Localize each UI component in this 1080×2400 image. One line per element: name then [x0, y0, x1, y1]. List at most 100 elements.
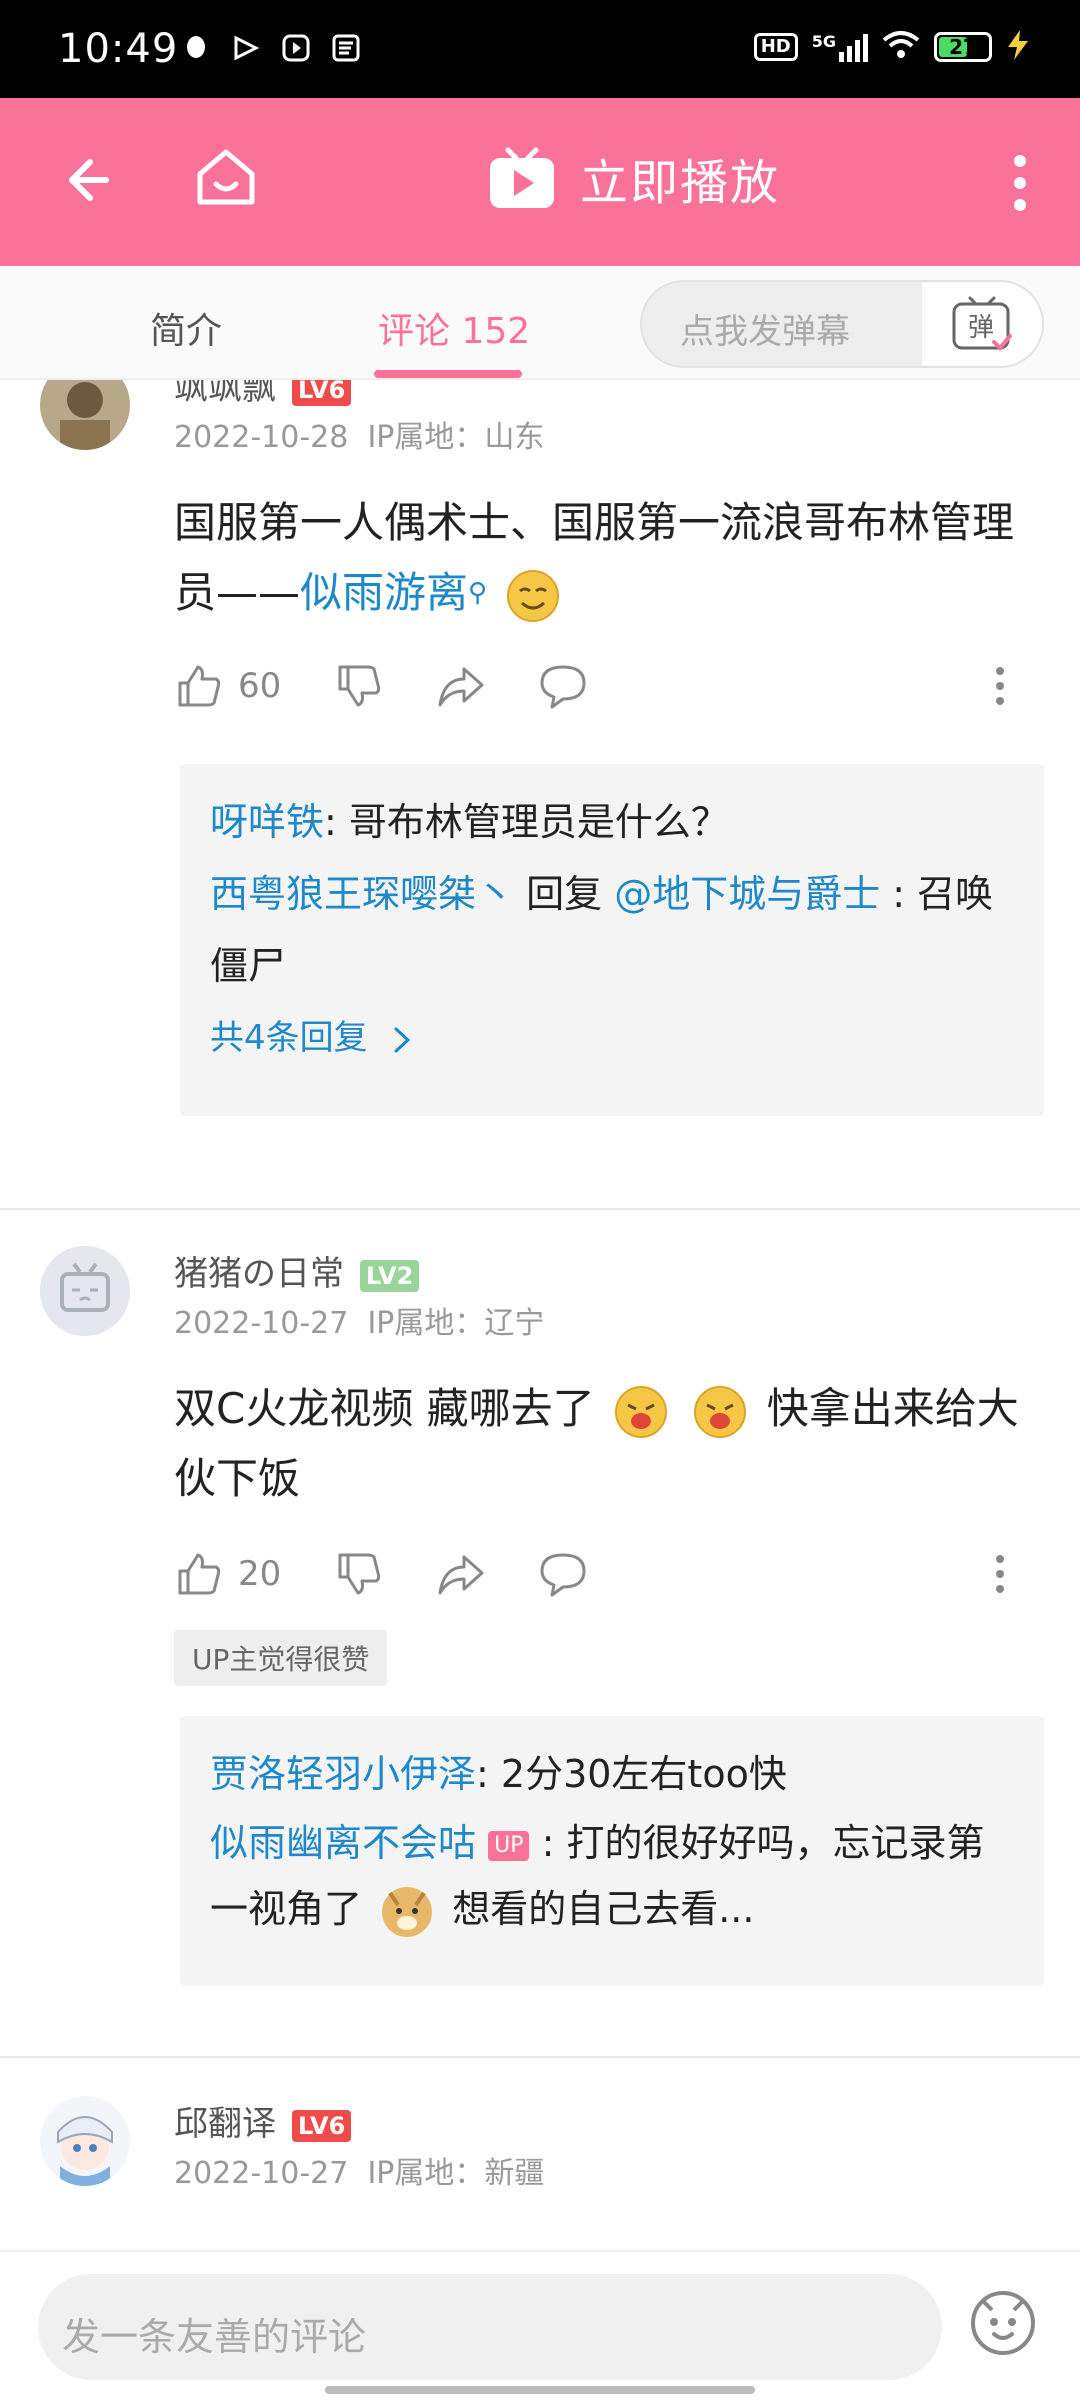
play-now-label: 立即播放	[580, 155, 781, 211]
back-button[interactable]	[52, 148, 116, 212]
reply-text: : 2分30左右too快	[476, 1752, 787, 1796]
like-button[interactable]: 60	[174, 656, 281, 716]
battery-icon: 27	[934, 32, 992, 62]
ip-location: IP属地：辽宁	[367, 1306, 545, 1341]
network-type: 5G	[811, 32, 836, 51]
reply-item: 似雨幽离不会咕 UP : 打的很好好吗，忘记录第一视角了 想看的自己去看...	[210, 1810, 1014, 1942]
tab-comments[interactable]: 评论 152	[378, 302, 530, 354]
user-name[interactable]: 邱翻译 LV6	[174, 2096, 352, 2145]
view-more-replies[interactable]: 共4条回复	[210, 1008, 1014, 1068]
thumbs-down-icon	[338, 665, 381, 707]
signal-icon: 5G	[812, 32, 868, 62]
emoji-picker-button[interactable]	[968, 2288, 1038, 2358]
home-indicator[interactable]	[325, 2386, 755, 2394]
search-icon: ⚲	[468, 578, 488, 608]
level-badge: LV2	[360, 1259, 420, 1292]
thumbs-up-icon	[178, 1553, 221, 1595]
danmaku-toggle-button[interactable]: 弹	[922, 282, 1042, 366]
video-header: 立即播放	[0, 98, 1080, 266]
reply-button[interactable]	[538, 656, 588, 716]
like-count: 20	[238, 1554, 282, 1594]
comment-meta: 2022-10-27 IP属地：辽宁	[174, 1298, 544, 1342]
user-name[interactable]: 猪猪の日常 LV2	[174, 1246, 420, 1295]
system-status: HD 5G 27	[753, 30, 1030, 64]
charging-icon	[1006, 30, 1030, 64]
dislike-button[interactable]	[334, 656, 384, 716]
reply-button[interactable]	[538, 1544, 588, 1604]
status-bar: 10:49 HD 5G 27	[0, 0, 1080, 98]
share-icon	[438, 1555, 484, 1595]
reader-app-icon	[328, 30, 364, 66]
avatar[interactable]	[40, 380, 130, 450]
avatar[interactable]	[40, 2096, 130, 2186]
media-app-icon	[278, 30, 314, 66]
reply-user[interactable]: 呀咩铁	[210, 800, 324, 844]
danmaku-placeholder: 点我发弹幕	[680, 312, 850, 352]
comment-meta: 2022-10-27 IP属地：新疆	[174, 2148, 544, 2192]
comment-input-placeholder: 发一条友善的评论	[62, 2315, 367, 2359]
reply-item: 贾洛轻羽小伊泽: 2分30左右too快	[210, 1738, 1014, 1810]
comment-input[interactable]: 发一条友善的评论	[38, 2274, 942, 2380]
play-now-button[interactable]: 立即播放	[486, 142, 780, 214]
reply-preview-box[interactable]: 呀咩铁: 哥布林管理员是什么？ 西粤狼王琛嘤桀丶 回复 @地下城与爵士 : 召唤…	[180, 764, 1044, 1116]
search-link[interactable]: 似雨游离	[300, 568, 468, 617]
hd-voice-icon: HD	[753, 33, 798, 61]
share-button[interactable]	[436, 656, 486, 716]
reply-user[interactable]: 西粤狼王琛嘤桀丶	[210, 872, 514, 916]
home-button[interactable]	[192, 144, 260, 212]
like-button[interactable]: 20	[174, 1544, 281, 1604]
svg-text:弹: 弹	[968, 313, 994, 343]
tab-active-indicator	[374, 370, 522, 378]
vertical-dots-icon	[1014, 155, 1026, 211]
level-badge: LV6	[292, 380, 352, 406]
drool-emoji-icon	[615, 1385, 668, 1438]
wifi-icon	[882, 30, 920, 64]
up-liked-tag: UP主觉得很赞	[174, 1630, 388, 1686]
comment-list[interactable]: 飒飒飘 LV6 2022-10-28 IP属地：山东 国服第一人偶术士、国服第一流…	[0, 380, 1080, 2250]
thumbs-down-icon	[338, 1553, 381, 1595]
dislike-button[interactable]	[334, 1544, 384, 1604]
reply-user[interactable]: 贾洛轻羽小伊泽	[210, 1752, 476, 1796]
more-replies-label: 共4条回复	[210, 1018, 368, 1058]
comment-text: 双C火龙视频 藏哪去了 快拿出来给大伙下饭	[174, 1374, 1054, 1514]
like-count: 60	[238, 666, 282, 706]
vertical-dots-icon	[996, 667, 1004, 705]
reply-mention[interactable]: @地下城与爵士	[614, 872, 880, 916]
drool-emoji-icon	[694, 1385, 747, 1438]
comment-text: 国服第一人偶术士、国服第一流浪哥布林管理员——似雨游离⚲	[174, 488, 1054, 628]
ip-location: IP属地：山东	[367, 420, 545, 455]
level-badge: LV6	[292, 2109, 352, 2142]
doge-emoji-icon	[382, 1886, 433, 1937]
notification-icons	[178, 30, 364, 66]
divider	[0, 1208, 1080, 1210]
tab-bar: 简介 评论 152 点我发弹幕 弹	[0, 266, 1080, 380]
tv-play-icon	[490, 147, 554, 208]
more-menu-button[interactable]	[1010, 154, 1030, 212]
danmaku-input[interactable]: 点我发弹幕 弹	[640, 280, 1044, 368]
divider	[0, 2056, 1080, 2058]
share-icon	[438, 667, 484, 707]
comment-actions: 20	[174, 1544, 1014, 1604]
comment-more-button[interactable]	[994, 656, 1014, 716]
reply-text: : 哥布林管理员是什么？	[324, 800, 729, 844]
share-button[interactable]	[436, 1544, 486, 1604]
vertical-dots-icon	[996, 1555, 1004, 1593]
comment-more-button[interactable]	[994, 1544, 1014, 1604]
user-name-text: 飒飒飘	[174, 380, 276, 408]
comment-meta: 2022-10-28 IP属地：山东	[174, 412, 544, 456]
tab-intro[interactable]: 简介	[150, 302, 222, 354]
reply-preview-box[interactable]: 贾洛轻羽小伊泽: 2分30左右too快 似雨幽离不会咕 UP : 打的很好好吗，…	[180, 1716, 1044, 1986]
comment-bubble-icon	[540, 1553, 586, 1597]
comment-actions: 60	[174, 656, 1014, 716]
reply-connector: 回复	[514, 872, 615, 916]
smirk-emoji-icon	[507, 569, 560, 622]
comment-date: 2022-10-27	[174, 1306, 349, 1341]
ip-location: IP属地：新疆	[367, 2156, 545, 2191]
reply-user[interactable]: 似雨幽离不会咕	[210, 1821, 476, 1865]
home-icon	[197, 149, 255, 205]
avatar[interactable]	[40, 1246, 130, 1336]
reply-item: 西粤狼王琛嘤桀丶 回复 @地下城与爵士 : 召唤僵尸	[210, 858, 1014, 1002]
user-name[interactable]: 飒飒飘 LV6	[174, 380, 352, 409]
video-app-icon	[228, 30, 264, 66]
qq-icon	[178, 30, 214, 66]
